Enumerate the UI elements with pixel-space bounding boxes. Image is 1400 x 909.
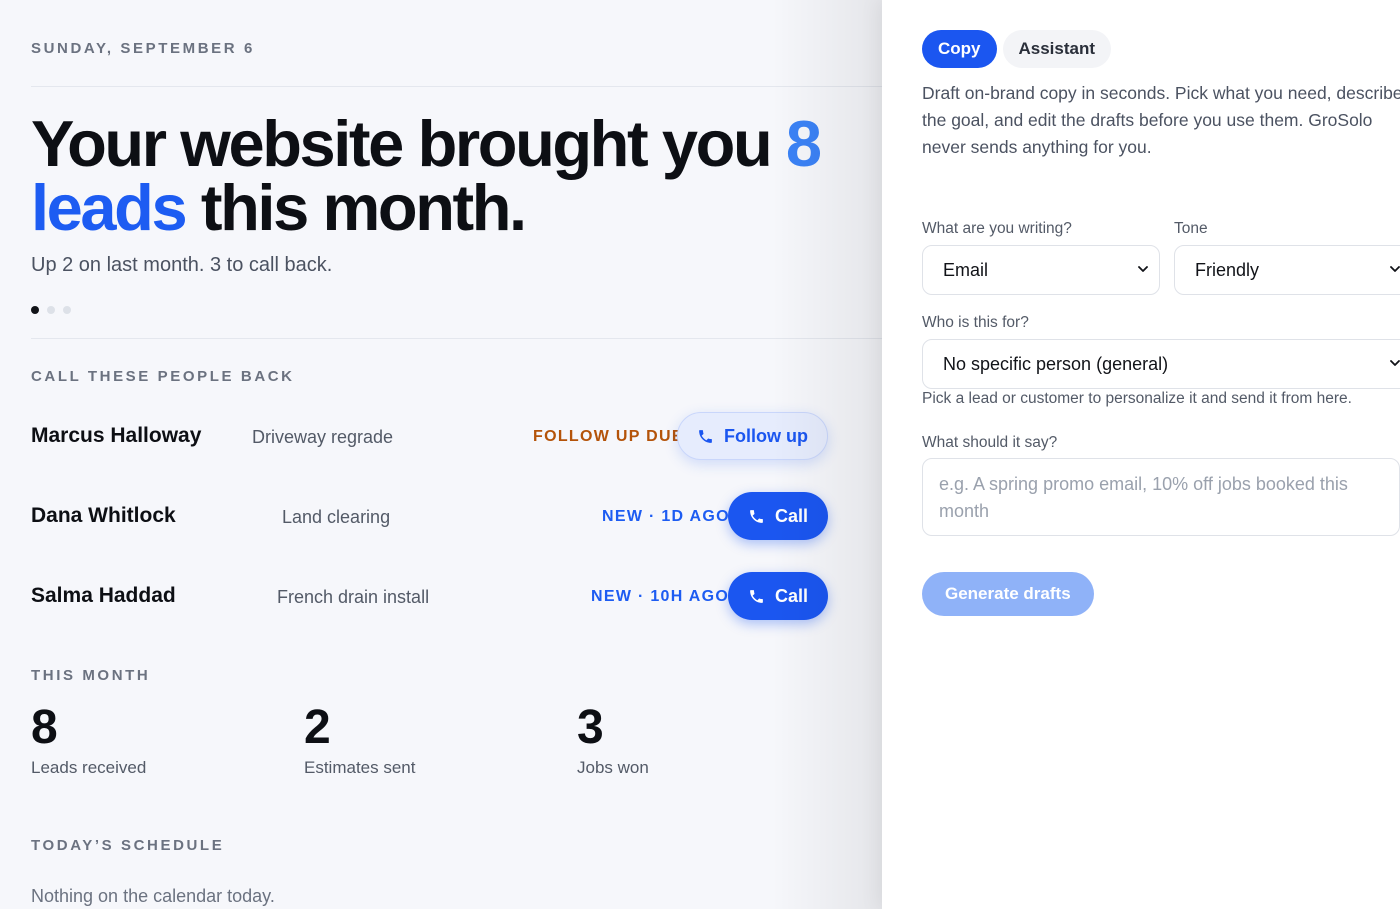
headline-suffix: this month. <box>185 171 527 244</box>
stat-value: 2 <box>304 701 331 754</box>
chevron-down-icon <box>1138 266 1148 272</box>
carousel-dot-2[interactable] <box>47 306 55 314</box>
headline: Your website brought you 8 leads this mon… <box>31 111 851 240</box>
message-label: What should it say? <box>922 434 1058 451</box>
message-input[interactable]: e.g. A spring promo email, 10% off jobs … <box>922 458 1400 536</box>
call-label: Call <box>774 505 808 526</box>
subheading: Up 2 on last month. 3 to call back. <box>31 254 333 276</box>
follow-up-label: Follow up <box>724 425 808 446</box>
stat-label: Leads received <box>31 758 147 777</box>
lead-job: French drain install <box>277 587 430 607</box>
stat-label: Estimates sent <box>304 758 416 777</box>
carousel-dot-3[interactable] <box>63 306 71 314</box>
lead-name: Salma Haddad <box>31 584 176 607</box>
writing-label: What are you writing? <box>922 220 1072 237</box>
carousel-dot-1[interactable] <box>31 306 39 314</box>
copy-panel: Copy Assistant Draft on-brand copy in se… <box>882 0 1400 909</box>
date-label: SUNDAY, SEPTEMBER 6 <box>31 40 255 57</box>
carousel-dots <box>31 306 71 314</box>
lead-name: Marcus Halloway <box>31 424 202 447</box>
lead-row: Dana Whitlock Land clearing NEW · 1D AGO… <box>31 492 831 542</box>
lead-job: Land clearing <box>282 507 391 527</box>
writing-select-value: Email <box>943 259 989 280</box>
recipient-select-value: No specific person (general) <box>943 353 1169 374</box>
divider <box>31 86 882 87</box>
tone-select-value: Friendly <box>1195 259 1260 280</box>
divider <box>31 338 882 339</box>
lead-status: NEW · 10H AGO <box>591 588 730 605</box>
recipient-label: Who is this for? <box>922 314 1029 331</box>
lead-job: Driveway regrade <box>252 427 394 447</box>
phone-icon <box>750 589 763 603</box>
call-label: Call <box>774 585 808 606</box>
stat-value: 8 <box>31 701 58 754</box>
headline-unit: leads <box>31 171 188 244</box>
stat-label: Jobs won <box>577 758 649 777</box>
callbacks-section-title: CALL THESE PEOPLE BACK <box>31 368 295 385</box>
call-button[interactable]: Call <box>727 572 828 620</box>
stat-value: 3 <box>577 701 604 754</box>
lead-status: FOLLOW UP DUE <box>533 428 684 445</box>
lead-row: Salma Haddad French drain install NEW · … <box>31 572 831 622</box>
dashboard: SUNDAY, SEPTEMBER 6 Your website brought… <box>0 0 882 909</box>
tab-copy[interactable]: Copy <box>922 30 997 68</box>
panel-intro: Draft on-brand copy in seconds. Pick wha… <box>922 83 1400 157</box>
stat-leads: 8 Leads received <box>31 700 146 778</box>
lead-name: Dana Whitlock <box>31 504 176 527</box>
lead-status: NEW · 1D AGO <box>602 508 730 525</box>
phone-icon <box>750 509 763 523</box>
tone-label: Tone <box>1174 220 1208 237</box>
chevron-down-icon <box>1390 360 1400 366</box>
headline-prefix: Your website brought you <box>31 107 786 180</box>
writing-select[interactable]: Email <box>922 245 1160 295</box>
recipient-select[interactable]: No specific person (general) <box>922 339 1400 389</box>
lead-row: Marcus Halloway Driveway regrade FOLLOW … <box>31 412 831 462</box>
stat-estimates: 2 Estimates sent <box>304 700 416 778</box>
stat-jobs: 3 Jobs won <box>577 700 649 778</box>
schedule-empty-text: Nothing on the calendar today. <box>31 886 275 906</box>
message-placeholder: e.g. A spring promo email, 10% off jobs … <box>939 474 1348 521</box>
tone-select[interactable]: Friendly <box>1174 245 1400 295</box>
phone-icon <box>699 429 712 443</box>
month-section-title: THIS MONTH <box>31 667 151 684</box>
headline-count: 8 <box>785 107 822 180</box>
generate-drafts-button[interactable]: Generate drafts <box>922 572 1094 616</box>
tab-assistant[interactable]: Assistant <box>1002 30 1112 68</box>
call-button[interactable]: Call <box>727 492 828 540</box>
recipient-hint: Pick a lead or customer to personalize i… <box>922 390 1352 407</box>
chevron-down-icon <box>1390 266 1400 272</box>
follow-up-button[interactable]: Follow up <box>677 412 828 460</box>
panel-tabs: Copy Assistant <box>922 30 1112 68</box>
schedule-section-title: TODAY’S SCHEDULE <box>31 837 225 854</box>
